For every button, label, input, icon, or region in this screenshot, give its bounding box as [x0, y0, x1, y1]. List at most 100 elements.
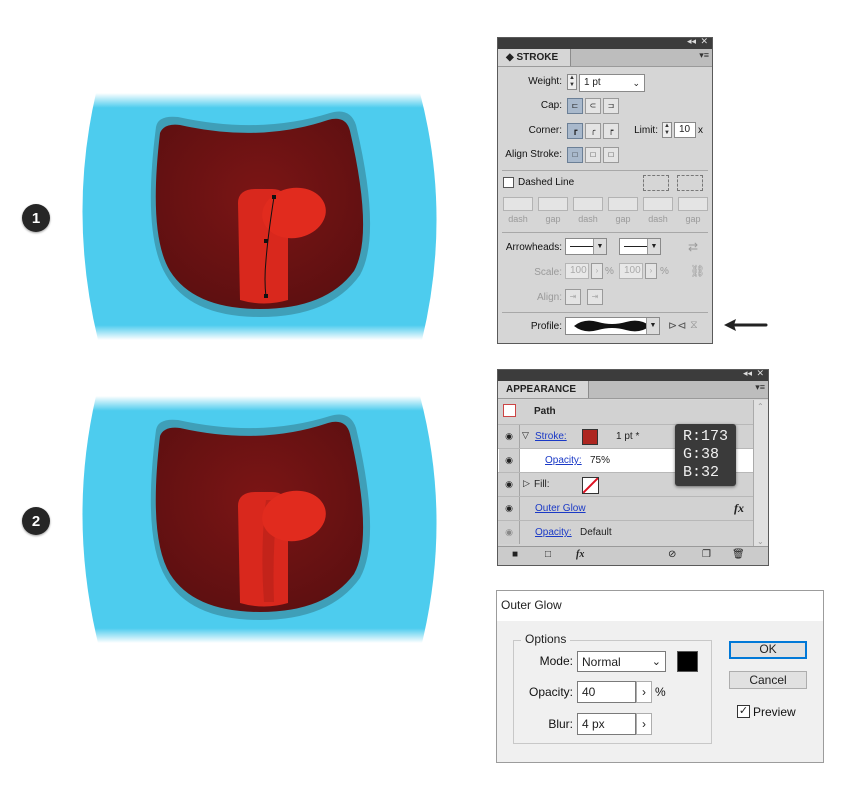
divider — [502, 312, 708, 313]
arrow-extend-button[interactable]: ⇥ — [565, 289, 581, 305]
visibility-eye-icon[interactable]: ◉ — [499, 521, 520, 544]
tab-stroke-label: STROKE — [516, 52, 559, 63]
link-icon[interactable]: ⛓ — [690, 264, 705, 278]
opacity-unit: % — [655, 685, 666, 699]
add-fill-icon[interactable]: □ — [545, 549, 551, 560]
add-effect-fx-icon[interactable]: fx — [576, 549, 584, 560]
profile-label: Profile: — [530, 321, 562, 332]
clear-appearance-icon[interactable]: ⊘ — [668, 549, 676, 560]
round-join-button[interactable]: ╭ — [585, 123, 601, 139]
collapse-icon[interactable]: ◂◂ — [687, 36, 696, 47]
delete-item-icon[interactable]: 🗑 — [732, 549, 745, 560]
gap-field-1[interactable] — [538, 197, 568, 211]
projecting-cap-button[interactable]: ⊐ — [603, 98, 619, 114]
align-outside-button[interactable]: □ — [603, 147, 619, 163]
divider — [502, 232, 708, 233]
miter-join-button[interactable]: ┏ — [567, 123, 583, 139]
pointer-arrow-icon — [724, 319, 768, 331]
color-tooltip: R:173 G:38 B:32 — [675, 424, 737, 486]
dash-field-3[interactable] — [643, 197, 673, 211]
tab-appearance[interactable]: APPEARANCE — [498, 381, 590, 398]
dash-field-2[interactable] — [573, 197, 603, 211]
mode-label: Mode: — [539, 654, 573, 668]
profile-select[interactable]: ▼ — [565, 317, 660, 335]
visibility-eye-icon[interactable]: ◉ — [499, 449, 520, 472]
end-scale-field[interactable]: 100 — [619, 263, 643, 279]
visibility-eye-icon[interactable]: ◉ — [499, 425, 520, 448]
start-scale-field[interactable]: 100 — [565, 263, 589, 279]
preview-checkbox[interactable]: ✓ — [737, 705, 750, 718]
gap-label-2: gap — [615, 214, 631, 224]
scroll-up-icon[interactable]: ⌃ — [757, 402, 764, 411]
chevron-right-icon[interactable]: › — [591, 263, 603, 279]
gap-field-3[interactable] — [678, 197, 708, 211]
dash-field-1[interactable] — [503, 197, 533, 211]
arrow-place-button[interactable]: ⇥ — [587, 289, 603, 305]
align-center-button[interactable]: □ — [567, 147, 583, 163]
close-icon[interactable]: ✕ — [700, 36, 708, 47]
duplicate-item-icon[interactable]: ❐ — [702, 549, 711, 560]
butt-cap-button[interactable]: ⊏ — [567, 98, 583, 114]
chevron-down-icon: ▼ — [646, 318, 659, 334]
bevel-join-button[interactable]: ┍ — [603, 123, 619, 139]
flip-vertical-icon[interactable]: ⧖ — [690, 319, 698, 332]
panel-menu-icon[interactable]: ▾≡ — [755, 382, 765, 393]
path-label: Path — [534, 406, 556, 417]
cancel-button[interactable]: Cancel — [729, 671, 807, 689]
step-badge-2: 2 — [22, 507, 50, 535]
expand-triangle-icon[interactable]: ▽ — [522, 430, 529, 441]
add-stroke-icon[interactable]: ■ — [512, 549, 518, 560]
dashed-line-label: Dashed Line — [518, 177, 575, 188]
weight-value: 1 pt — [584, 77, 601, 88]
end-arrowhead-select[interactable]: ▼ — [619, 238, 661, 255]
chevron-right-icon[interactable]: › — [645, 263, 657, 279]
opacity-default-value: Default — [580, 527, 612, 538]
collapse-triangle-icon[interactable]: ▷ — [523, 478, 530, 489]
chevron-right-icon[interactable]: › — [636, 681, 652, 703]
close-icon[interactable]: ✕ — [756, 368, 764, 379]
dialog-title: Outer Glow — [497, 591, 823, 621]
collapse-icon[interactable]: ◂◂ — [743, 368, 752, 379]
divider — [502, 170, 708, 171]
weight-field[interactable]: 1 pt ⌄ — [579, 74, 645, 92]
limit-field[interactable]: 10 — [674, 122, 696, 138]
fill-label: Fill: — [534, 479, 550, 490]
panel-titlebar[interactable]: ◂◂ ✕ — [498, 36, 712, 49]
no-fill-swatch[interactable] — [582, 477, 599, 494]
tab-stroke[interactable]: ◆ STROKE — [498, 49, 572, 66]
mode-select[interactable]: Normal ⌄ — [577, 651, 666, 672]
panel-titlebar[interactable]: ◂◂ ✕ — [498, 368, 768, 381]
swap-arrows-icon[interactable]: ⇄ — [688, 240, 698, 254]
outer-glow-row[interactable]: ◉ Outer Glow fx — [498, 496, 766, 520]
scrollbar[interactable]: ⌃ ⌄ — [753, 400, 768, 548]
ok-button[interactable]: OK — [729, 641, 807, 659]
gap-field-2[interactable] — [608, 197, 638, 211]
opacity-label: Opacity: — [528, 685, 573, 699]
weight-stepper[interactable]: ▲ ▼ — [567, 74, 577, 90]
outer-glow-link[interactable]: Outer Glow — [535, 503, 586, 514]
stroke-color-swatch[interactable] — [582, 429, 598, 445]
stroke-link[interactable]: Stroke: — [535, 431, 567, 442]
flip-horizontal-icon[interactable]: ⊳⊲ — [668, 319, 686, 332]
blur-field[interactable]: 4 px — [577, 713, 636, 735]
glow-color-swatch[interactable] — [677, 651, 698, 672]
fx-icon[interactable]: fx — [734, 501, 744, 516]
limit-stepper[interactable]: ▲ ▼ — [662, 122, 672, 138]
opacity-field[interactable]: 40 — [577, 681, 636, 703]
opacity-default-link[interactable]: Opacity: — [535, 527, 572, 538]
start-arrowhead-select[interactable]: ▼ — [565, 238, 607, 255]
chevron-right-icon[interactable]: › — [636, 713, 652, 735]
limit-unit: x — [698, 125, 703, 136]
visibility-eye-icon[interactable]: ◉ — [499, 497, 520, 520]
round-cap-button[interactable]: ⊂ — [585, 98, 601, 114]
dashed-line-checkbox[interactable] — [503, 177, 514, 188]
align-arrows-label: Align: — [536, 292, 562, 303]
align-dash-button[interactable] — [677, 175, 703, 191]
opacity-row[interactable]: ◉ Opacity: Default — [498, 520, 766, 544]
panel-menu-icon[interactable]: ▾≡ — [699, 50, 709, 61]
visibility-eye-icon[interactable]: ◉ — [499, 473, 520, 496]
opacity-link[interactable]: Opacity: — [545, 455, 582, 466]
preserve-dash-button[interactable] — [643, 175, 669, 191]
scroll-down-icon[interactable]: ⌄ — [757, 537, 764, 546]
align-inside-button[interactable]: □ — [585, 147, 601, 163]
